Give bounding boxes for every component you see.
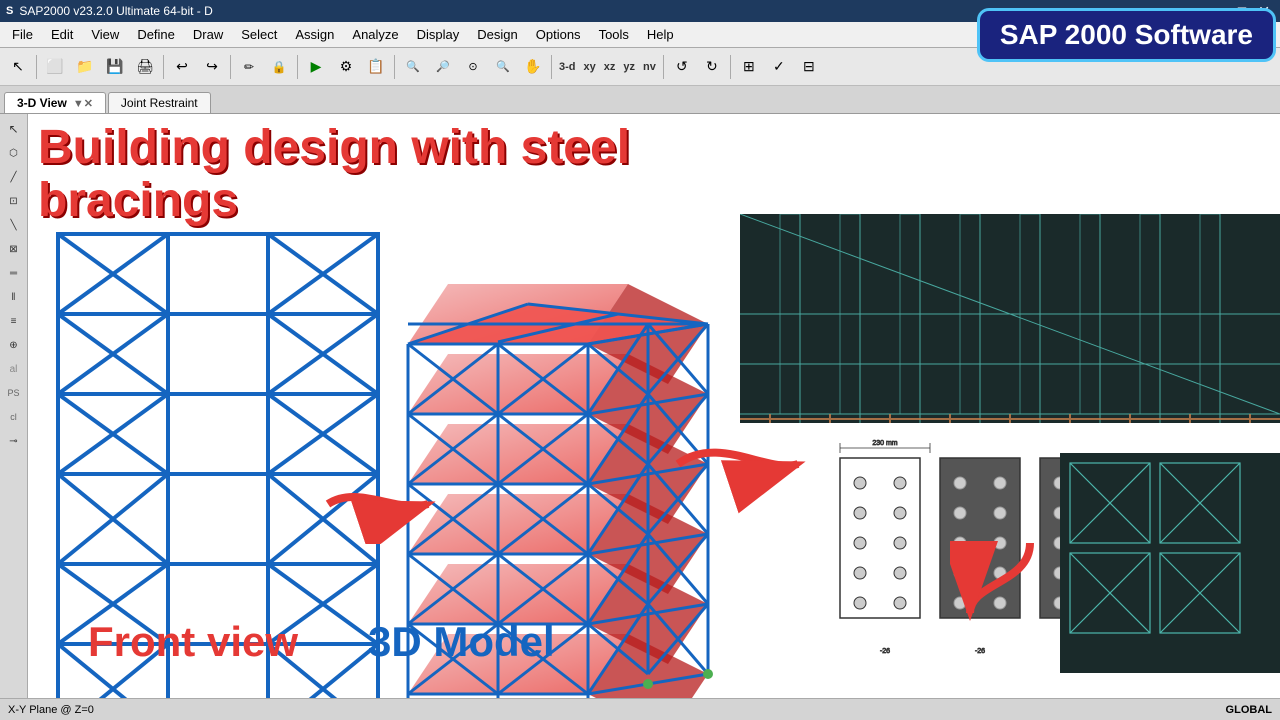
zoom-in-button[interactable]: 🔎 [429,53,457,81]
status-text: X-Y Plane @ Z=0 [8,704,94,716]
content-area: Building design with steel bracings [28,114,1280,698]
title-bar-left: S SAP2000 v23.2.0 Ultimate 64-bit - D [6,4,213,18]
status-bar: X-Y Plane @ Z=0 GLOBAL [0,698,1280,720]
menu-display[interactable]: Display [409,25,468,44]
shrink-button[interactable]: ⊟ [795,53,823,81]
menu-design[interactable]: Design [469,25,525,44]
arrow-front-to-3d [318,464,438,549]
left-tool-14[interactable]: ⊸ [3,430,25,452]
menu-options[interactable]: Options [528,25,589,44]
left-toolbar: ↖ ⬡ ╱ ⊡ ╲ ⊠ ═ ‖ ≡ ⊕ al PS cl ⊸ [0,114,28,698]
zoom-window-button[interactable]: 🔍 [399,53,427,81]
sap-badge-text: SAP 2000 Software [1000,19,1253,50]
left-tool-11[interactable]: al [3,358,25,380]
menu-assign[interactable]: Assign [287,25,342,44]
left-tool-3[interactable]: ╱ [3,166,25,188]
undo-button[interactable]: ↩ [168,53,196,81]
tab-3d-view-close[interactable]: ▼✕ [73,97,93,110]
tab-3d-view[interactable]: 3-D View ▼✕ [4,92,106,113]
arrow-3d-to-wireframe [668,414,808,519]
new-button[interactable]: ⬜ [41,53,69,81]
view-nv-button[interactable]: nv [640,61,659,73]
left-tool-8[interactable]: ‖ [3,286,25,308]
rotate-right-button[interactable]: ↻ [698,53,726,81]
check-button[interactable]: ✓ [765,53,793,81]
save-button[interactable]: 💾 [101,53,129,81]
left-tool-9[interactable]: ≡ [3,310,25,332]
left-tool-13[interactable]: cl [3,406,25,428]
front-view-label: Front view [88,618,298,666]
lock-button[interactable]: 🔒 [265,53,293,81]
left-tool-12[interactable]: PS [3,382,25,404]
draw-tool[interactable]: ✏ [235,53,263,81]
svg-text:-26: -26 [880,648,890,655]
view-xy-button[interactable]: xy [581,61,599,73]
print-button[interactable]: 🖨 [131,53,159,81]
zoom-restore-button[interactable]: ⊙ [459,53,487,81]
global-label: GLOBAL [1226,704,1272,716]
sep4 [297,55,298,79]
app-title: SAP2000 v23.2.0 Ultimate 64-bit - D [19,4,212,18]
sep3 [230,55,231,79]
sep6 [551,55,552,79]
zoom-out-button[interactable]: 🔍 [489,53,517,81]
select-pointer[interactable]: ↖ [3,118,25,140]
sep7 [663,55,664,79]
tab-area: 3-D View ▼✕ Joint Restraint [0,86,1280,114]
menu-file[interactable]: File [4,25,41,44]
tab-3d-view-label: 3-D View [17,96,67,110]
rotate-left-button[interactable]: ↺ [668,53,696,81]
menu-select[interactable]: Select [233,25,285,44]
menu-define[interactable]: Define [129,25,183,44]
grid-toggle[interactable]: ⊞ [735,53,763,81]
left-tool-6[interactable]: ⊠ [3,238,25,260]
canvas-area[interactable]: Building design with steel bracings [28,114,1280,698]
menu-edit[interactable]: Edit [43,25,81,44]
left-tool-10[interactable]: ⊕ [3,334,25,356]
arrow-to-corner [950,533,1050,638]
sap-badge: SAP 2000 Software [977,8,1276,62]
view-yz-button[interactable]: yz [620,61,638,73]
open-button[interactable]: 📁 [71,53,99,81]
sep5 [394,55,395,79]
run-button[interactable]: ▶ [302,53,330,81]
menu-help[interactable]: Help [639,25,682,44]
view-3d-button[interactable]: 3-d [556,61,579,73]
sep8 [730,55,731,79]
sep2 [163,55,164,79]
run-options-button[interactable]: ⚙ [332,53,360,81]
building-title: Building design with steel bracings [38,122,718,228]
pointer-tool[interactable]: ↖ [4,53,32,81]
left-tool-2[interactable]: ⬡ [3,142,25,164]
view-xz-button[interactable]: xz [601,61,619,73]
left-tool-7[interactable]: ═ [3,262,25,284]
menu-analyze[interactable]: Analyze [344,25,406,44]
corner-3d-svg [1060,453,1280,673]
main-layout: ↖ ⬡ ╱ ⊡ ╲ ⊠ ═ ‖ ≡ ⊕ al PS cl ⊸ Building … [0,114,1280,698]
app-icon: S [6,5,13,17]
menu-tools[interactable]: Tools [591,25,637,44]
svg-text:-26: -26 [975,648,985,655]
pan-button[interactable]: ✋ [519,53,547,81]
run-modal[interactable]: 📋 [362,53,390,81]
menu-view[interactable]: View [83,25,127,44]
svg-text:230 mm: 230 mm [872,440,897,447]
tab-joint-restraint-label: Joint Restraint [121,96,198,110]
sep1 [36,55,37,79]
menu-draw[interactable]: Draw [185,25,231,44]
corner-3d-wireframe [1060,453,1280,673]
left-tool-4[interactable]: ⊡ [3,190,25,212]
model-3d-label: 3D Model [368,618,555,666]
redo-button[interactable]: ↪ [198,53,226,81]
left-tool-5[interactable]: ╲ [3,214,25,236]
tab-joint-restraint[interactable]: Joint Restraint [108,92,211,113]
